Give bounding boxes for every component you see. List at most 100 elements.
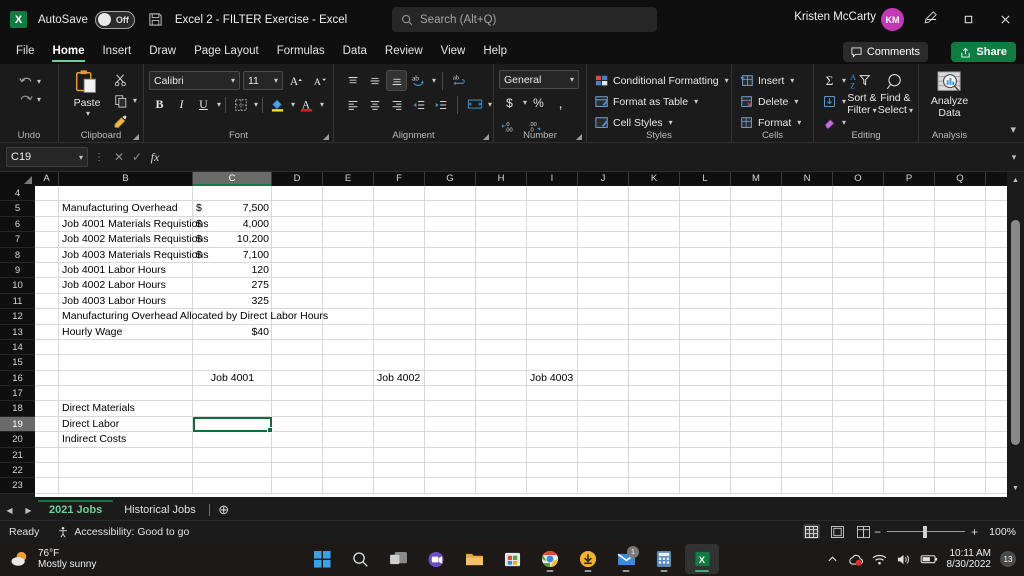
cell-L9[interactable] xyxy=(680,262,731,279)
column-header-O[interactable]: O xyxy=(833,172,884,186)
cell-P14[interactable] xyxy=(884,339,935,356)
cell-J21[interactable] xyxy=(578,447,629,464)
cell-Q14[interactable] xyxy=(935,339,986,356)
scroll-up-button[interactable]: ▲ xyxy=(1007,172,1024,189)
tab-review[interactable]: Review xyxy=(376,39,432,64)
alignment-dialog-launcher[interactable]: ◢ xyxy=(483,132,489,141)
cell-F18[interactable] xyxy=(374,401,425,417)
cell-L21[interactable] xyxy=(680,447,731,464)
column-header-D[interactable]: D xyxy=(272,172,323,186)
sort-filter-button[interactable]: AZ Sort & Filter ▾ xyxy=(846,70,878,116)
cell-D4[interactable] xyxy=(272,186,323,202)
cell-M9[interactable] xyxy=(731,262,782,279)
cell-I19[interactable] xyxy=(527,416,578,433)
cell-J17[interactable] xyxy=(578,386,629,402)
cell-I8[interactable] xyxy=(527,247,578,263)
cell-A19[interactable] xyxy=(35,416,59,433)
cell-N6[interactable] xyxy=(782,216,833,233)
cell-N7[interactable] xyxy=(782,232,833,248)
cell-J7[interactable] xyxy=(578,232,629,248)
column-header-A[interactable]: A xyxy=(35,172,59,186)
cell-B16[interactable] xyxy=(59,370,193,387)
column-header-K[interactable]: K xyxy=(629,172,680,186)
cell-E4[interactable] xyxy=(323,186,374,202)
wrap-text-button[interactable]: ab xyxy=(449,70,470,91)
cell-A18[interactable] xyxy=(35,401,59,417)
column-header-P[interactable]: P xyxy=(884,172,935,186)
cell-O19[interactable] xyxy=(833,416,884,433)
sheet-cells[interactable]: Manufacturing Overhead $7,500 Job 4001 Mat… xyxy=(35,186,1007,497)
font-dialog-launcher[interactable]: ◢ xyxy=(323,132,329,141)
redo-button[interactable]: ▾ xyxy=(17,91,41,107)
teams-icon[interactable] xyxy=(419,544,453,574)
cell-G7[interactable] xyxy=(425,232,476,248)
cell-K17[interactable] xyxy=(629,386,680,402)
cell-I23[interactable] xyxy=(527,478,578,494)
copy-dropdown-icon[interactable]: ▾ xyxy=(133,96,137,105)
notification-count-badge[interactable]: 13 xyxy=(1000,551,1016,567)
column-header-I[interactable]: I xyxy=(527,172,578,186)
cell-A13[interactable] xyxy=(35,324,59,340)
font-color-dropdown-icon[interactable]: ▾ xyxy=(320,100,324,109)
cell-O13[interactable] xyxy=(833,324,884,340)
align-top-button[interactable] xyxy=(342,70,363,91)
cell-N9[interactable] xyxy=(782,262,833,279)
cell-N11[interactable] xyxy=(782,293,833,310)
cell-P15[interactable] xyxy=(884,355,935,371)
cell-P13[interactable] xyxy=(884,324,935,340)
align-middle-button[interactable] xyxy=(364,70,385,91)
cell-A17[interactable] xyxy=(35,386,59,402)
undo-button[interactable]: ▾ xyxy=(17,73,41,89)
cell-O18[interactable] xyxy=(833,401,884,417)
cell-G13[interactable] xyxy=(425,324,476,340)
cell-D10[interactable] xyxy=(272,278,323,294)
cell-C23[interactable] xyxy=(193,478,272,494)
microsoft-store-icon[interactable] xyxy=(495,544,529,574)
cell-O11[interactable] xyxy=(833,293,884,310)
cell-O10[interactable] xyxy=(833,278,884,294)
cell-H11[interactable] xyxy=(476,293,527,310)
cell-Q21[interactable] xyxy=(935,447,986,464)
cell-H19[interactable] xyxy=(476,416,527,433)
cell-L18[interactable] xyxy=(680,401,731,417)
previous-sheet-button[interactable]: ◀ xyxy=(0,506,19,515)
cell-I5[interactable] xyxy=(527,201,578,217)
orientation-dropdown-icon[interactable]: ▾ xyxy=(432,76,436,85)
cell-G20[interactable] xyxy=(425,432,476,448)
cell-D6[interactable] xyxy=(272,216,323,233)
vertical-scrollbar[interactable]: ▲ ▼ xyxy=(1007,172,1024,497)
close-button[interactable] xyxy=(987,0,1024,39)
column-header-F[interactable]: F xyxy=(374,172,425,186)
cell-D13[interactable] xyxy=(272,324,323,340)
cell-J11[interactable] xyxy=(578,293,629,310)
cell-N19[interactable] xyxy=(782,416,833,433)
cell-J19[interactable] xyxy=(578,416,629,433)
cell-C15[interactable] xyxy=(193,355,272,371)
tab-formulas[interactable]: Formulas xyxy=(268,39,334,64)
cell-E8[interactable] xyxy=(323,247,374,263)
cell-Q11[interactable] xyxy=(935,293,986,310)
sheet-tab-historical-jobs[interactable]: Historical Jobs xyxy=(113,500,207,520)
cell-D21[interactable] xyxy=(272,447,323,464)
paste-button[interactable]: Paste ▾ xyxy=(64,67,110,118)
cell-G11[interactable] xyxy=(425,293,476,310)
format-as-table-button[interactable]: Format as Table ▾ xyxy=(592,91,701,112)
cell-G8[interactable] xyxy=(425,247,476,263)
cell-M23[interactable] xyxy=(731,478,782,494)
cell-N16[interactable] xyxy=(782,370,833,387)
search-icon[interactable] xyxy=(343,544,377,574)
page-break-view-icon[interactable] xyxy=(855,524,872,539)
cell-K22[interactable] xyxy=(629,463,680,479)
column-header-B[interactable]: B xyxy=(59,172,193,186)
cell-J22[interactable] xyxy=(578,463,629,479)
weather-widget[interactable]: 76°F Mostly sunny xyxy=(10,548,96,570)
merge-dropdown-icon[interactable]: ▾ xyxy=(488,100,492,109)
cell-A20[interactable] xyxy=(35,432,59,448)
cell-E5[interactable] xyxy=(323,201,374,217)
cell-L4[interactable] xyxy=(680,186,731,202)
cell-E13[interactable] xyxy=(323,324,374,340)
cell-G10[interactable] xyxy=(425,278,476,294)
select-all-button[interactable] xyxy=(0,172,35,186)
cell-F6[interactable] xyxy=(374,216,425,233)
cell-O7[interactable] xyxy=(833,232,884,248)
